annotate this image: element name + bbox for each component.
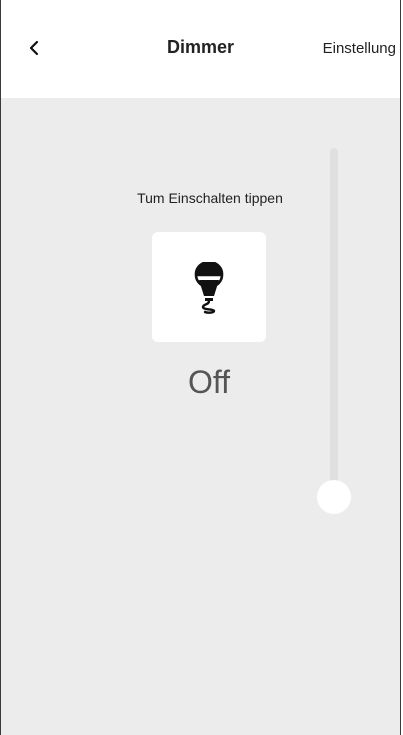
- top-bar: Dimmer Einstellung: [1, 0, 400, 98]
- power-toggle-tile[interactable]: [152, 232, 266, 342]
- dimmer-slider-thumb[interactable]: [317, 480, 351, 514]
- app-screen: Dimmer Einstellung Tum Einschalten tippe…: [0, 0, 401, 735]
- tap-to-switch-on-hint: Tum Einschalten tippen: [137, 190, 283, 206]
- state-label: Off: [187, 364, 231, 400]
- dimmer-slider-track[interactable]: [330, 148, 338, 498]
- light-bulb-icon: [194, 262, 224, 314]
- settings-link[interactable]: Einstellung: [323, 40, 396, 57]
